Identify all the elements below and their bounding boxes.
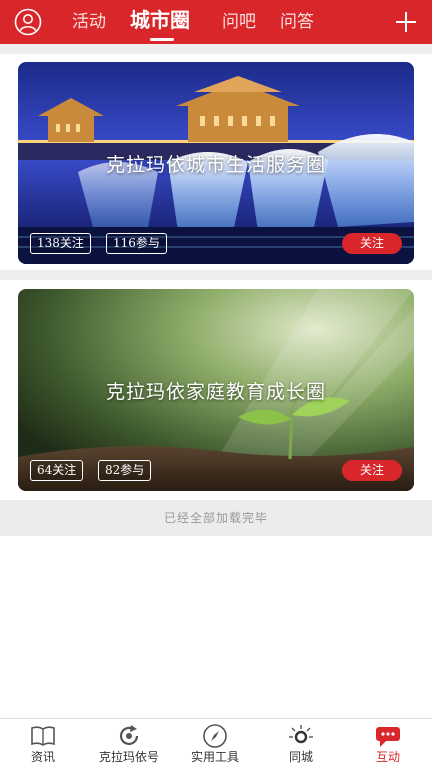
circle-title: 克拉玛依家庭教育成长圈 [105,381,326,403]
tab-activities[interactable]: 活动 [72,8,106,36]
circle-title: 克拉玛依城市生活服务圈 [105,154,326,176]
tab-ask-bar[interactable]: 问吧 [222,8,256,36]
nav-item-local[interactable]: 同城 [258,719,344,768]
bottom-navigation: 资讯 克拉玛依号 实用工具 同城 互动 [0,718,432,768]
nav-label: 互动 [375,750,400,764]
tab-city-circle[interactable]: 城市圈 [130,6,190,34]
nav-item-tools[interactable]: 实用工具 [172,719,258,768]
refresh-icon [119,725,139,745]
nav-item-news[interactable]: 资讯 [0,719,86,768]
circle-card[interactable]: 克拉玛依家庭教育成长圈 64关注 82参与 关注 [18,289,414,491]
user-avatar-button[interactable] [14,8,42,36]
chat-icon [376,727,400,747]
nav-item-karamay-account[interactable]: 克拉玛依号 [86,719,172,768]
participants-count: 116参与 [106,233,167,254]
tab-qa[interactable]: 问答 [280,8,314,36]
top-header: 活动 城市圈 问吧 问答 [0,0,432,44]
participants-count: 82参与 [98,460,152,481]
plus-icon [396,12,416,32]
nav-label: 资讯 [30,750,55,764]
add-button[interactable] [392,8,420,36]
divider [0,270,432,280]
active-tab-indicator [150,38,174,41]
location-icon [289,725,313,744]
end-of-list-message: 已经全部加载完毕 [0,500,432,536]
followers-count: 138关注 [30,233,91,254]
book-icon [31,726,55,746]
user-circle-icon [14,8,42,36]
follow-button[interactable]: 关注 [342,460,402,481]
circle-card[interactable]: 克拉玛依城市生活服务圈 138关注 116参与 关注 [18,62,414,264]
nav-item-interaction[interactable]: 互动 [344,719,432,768]
nav-label: 实用工具 [190,750,239,764]
followers-count: 64关注 [30,460,84,481]
follow-button[interactable]: 关注 [342,233,402,254]
compass-icon [203,724,227,748]
divider [0,44,432,54]
nav-label: 克拉玛依号 [98,750,159,764]
nav-label: 同城 [288,750,313,764]
